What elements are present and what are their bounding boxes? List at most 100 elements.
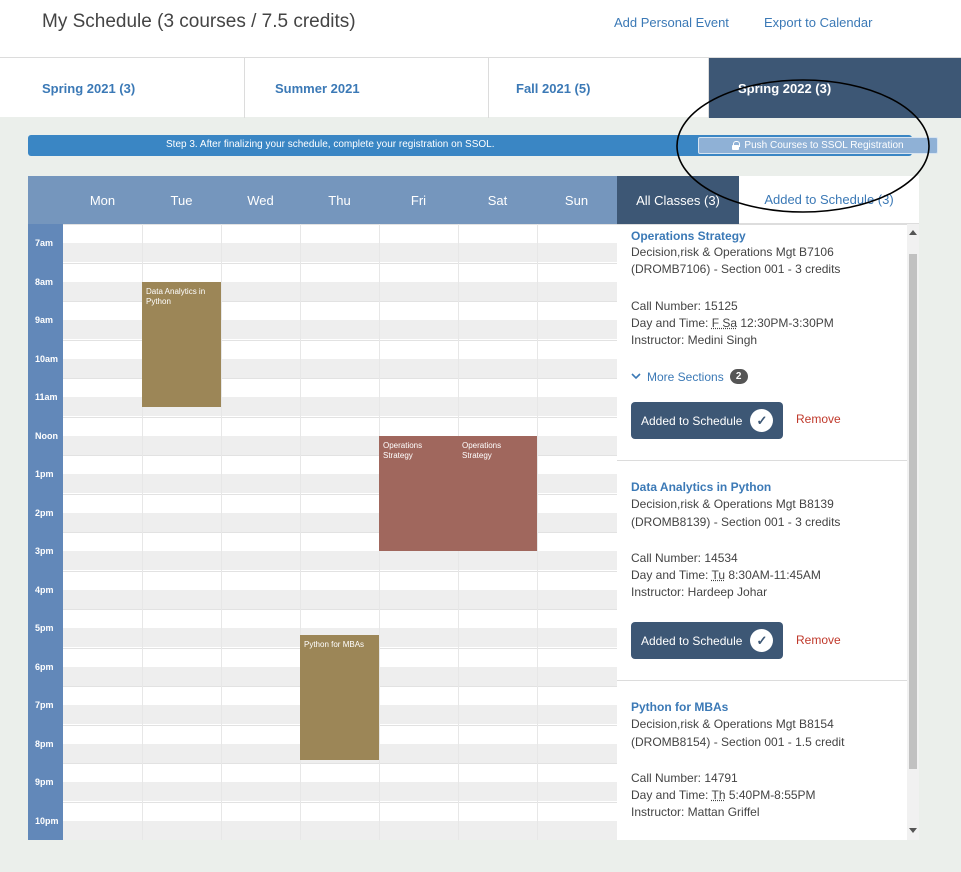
time-label: 11am (35, 392, 58, 402)
day-abbr: Tu (711, 568, 726, 582)
course-title[interactable]: Data Analytics in Python (631, 480, 771, 494)
more-sections-label: More Sections (647, 369, 724, 384)
added-button-label: Added to Schedule (641, 413, 743, 428)
hour-band (63, 820, 617, 840)
tab-fall-2021[interactable]: Fall 2021 (5) (489, 58, 709, 118)
time-label: 9am (35, 315, 54, 325)
grid-line (63, 801, 617, 803)
instructor: Instructor: Hardeep Johar (631, 585, 768, 599)
added-button-label: Added to Schedule (641, 633, 743, 648)
day-header-row: Mon Tue Wed Thu Fri Sat Sun (28, 176, 617, 224)
day-header-fri: Fri (410, 193, 427, 208)
time-label: 7am (35, 238, 54, 248)
tab-spring-2021[interactable]: Spring 2021 (3) (0, 58, 245, 118)
time-label: 1pm (35, 469, 54, 479)
day-time-label: Day and Time: (631, 788, 712, 802)
day-and-time: Day and Time: F Sa 12:30PM-3:30PM (631, 316, 834, 330)
tab-summer-2021[interactable]: Summer 2021 (245, 58, 489, 118)
instructor: Instructor: Mattan Griffel (631, 805, 760, 819)
time-label: 4pm (35, 584, 54, 595)
course-section: (DROMB8154) - Section 001 - 1.5 credit (631, 735, 845, 749)
day-header-wed: Wed (247, 193, 274, 208)
time-label: 3pm (35, 546, 54, 556)
time-label: 7pm (35, 700, 54, 710)
call-number: Call Number: 15125 (631, 299, 738, 313)
course-section: (DROMB7106) - Section 001 - 3 credits (631, 262, 841, 276)
grid-column-line (221, 224, 222, 840)
calendar-event[interactable]: Operations Strategy (379, 435, 458, 552)
time-label: 5pm (35, 623, 54, 633)
hour-band (63, 551, 617, 570)
export-to-calendar-link[interactable]: Export to Calendar (764, 15, 872, 30)
page-header: My Schedule (3 courses / 7.5 credits) Ad… (0, 0, 961, 57)
course-list: Operations Strategy Decision,risk & Oper… (617, 224, 907, 840)
course-title[interactable]: Operations Strategy (631, 229, 746, 243)
time-label: 10am (35, 353, 59, 364)
day-and-time: Day and Time: Th 5:40PM-8:55PM (631, 788, 816, 802)
course-dept: Decision,risk & Operations Mgt B8139 (631, 497, 834, 511)
remove-button[interactable]: Remove (796, 412, 841, 426)
check-icon: ✓ (750, 629, 774, 652)
calendar-event[interactable]: Data Analytics in Python (142, 281, 221, 407)
tab-spring-2022[interactable]: Spring 2022 (3) (709, 58, 961, 118)
added-to-schedule-button[interactable]: Added to Schedule ✓ (631, 402, 783, 439)
time-label: 8pm (35, 738, 54, 749)
time-label: 2pm (35, 507, 54, 518)
tab-added-to-schedule[interactable]: Added to Schedule (3) (739, 176, 919, 224)
scrollbar-thumb[interactable] (909, 254, 917, 769)
course-section: (DROMB8139) - Section 001 - 3 credits (631, 515, 841, 529)
push-button-label: Push Courses to SSOL Registration (744, 140, 904, 151)
hour-band (63, 243, 617, 262)
time-range: 12:30PM-3:30PM (737, 316, 834, 330)
time-range: 8:30AM-11:45AM (725, 568, 821, 582)
registration-banner: Step 3. After finalizing your schedule, … (28, 135, 938, 156)
scroll-up-arrow-icon[interactable] (909, 230, 917, 235)
grid-line (63, 224, 617, 225)
grid-line (63, 609, 617, 610)
calendar-grid: Data Analytics in Python Operations Strat… (63, 224, 617, 840)
time-label: 10pm (35, 815, 59, 826)
classes-panel: All Classes (3) Added to Schedule (3) Op… (617, 176, 919, 840)
day-header-mon: Mon (89, 193, 116, 208)
day-header-sun: Sun (564, 193, 589, 208)
day-abbr: F Sa (711, 316, 738, 330)
time-label: Noon (35, 430, 58, 441)
page-title: My Schedule (3 courses / 7.5 credits) (42, 11, 356, 32)
banner-text: Step 3. After finalizing your schedule, … (166, 139, 495, 150)
term-tabs: Spring 2021 (3) Summer 2021 Fall 2021 (5… (0, 57, 961, 118)
call-number: Call Number: 14534 (631, 551, 738, 565)
panel-scrollbar[interactable] (907, 224, 919, 840)
time-column: 7am 8am 9am 10am 11am Noon 1pm 2pm 3pm 4pm 5pm 6pm 7… (28, 224, 63, 840)
day-header-sat: Sat (487, 193, 508, 208)
hour-band (63, 782, 617, 801)
push-to-ssol-button[interactable]: Push Courses to SSOL Registration (698, 137, 938, 154)
time-label: 8am (35, 276, 54, 287)
day-and-time: Day and Time: Tu 8:30AM-11:45AM (631, 568, 821, 582)
day-abbr: Th (711, 788, 726, 802)
tab-all-classes[interactable]: All Classes (3) (617, 176, 739, 224)
add-personal-event-link[interactable]: Add Personal Event (614, 15, 729, 30)
day-header-thu: Thu (328, 193, 351, 208)
hour-band (63, 589, 617, 609)
instructor: Instructor: Medini Singh (631, 333, 758, 347)
grid-line (63, 262, 617, 264)
more-sections-toggle[interactable]: More Sections 2 (631, 369, 748, 384)
card-divider (617, 460, 907, 461)
calendar-event[interactable]: Python for MBAs (300, 634, 379, 760)
added-to-schedule-button[interactable]: Added to Schedule ✓ (631, 622, 783, 659)
course-title[interactable]: Python for MBAs (631, 700, 728, 714)
time-label: 9pm (35, 777, 54, 787)
chevron-down-icon (631, 373, 641, 380)
more-sections-count: 2 (729, 369, 748, 384)
grid-line (63, 416, 617, 418)
scroll-down-arrow-icon[interactable] (909, 828, 917, 833)
day-time-label: Day and Time: (631, 316, 712, 330)
card-divider (617, 680, 907, 681)
time-range: 5:40PM-8:55PM (725, 788, 816, 802)
grid-line (63, 763, 617, 764)
time-label: 6pm (35, 661, 54, 672)
check-icon: ✓ (750, 409, 774, 432)
week-calendar: Mon Tue Wed Thu Fri Sat Sun 7am 8am 9am 10am 11am N… (28, 176, 617, 840)
calendar-event[interactable]: Operations Strategy (458, 435, 537, 552)
remove-button[interactable]: Remove (796, 633, 841, 647)
